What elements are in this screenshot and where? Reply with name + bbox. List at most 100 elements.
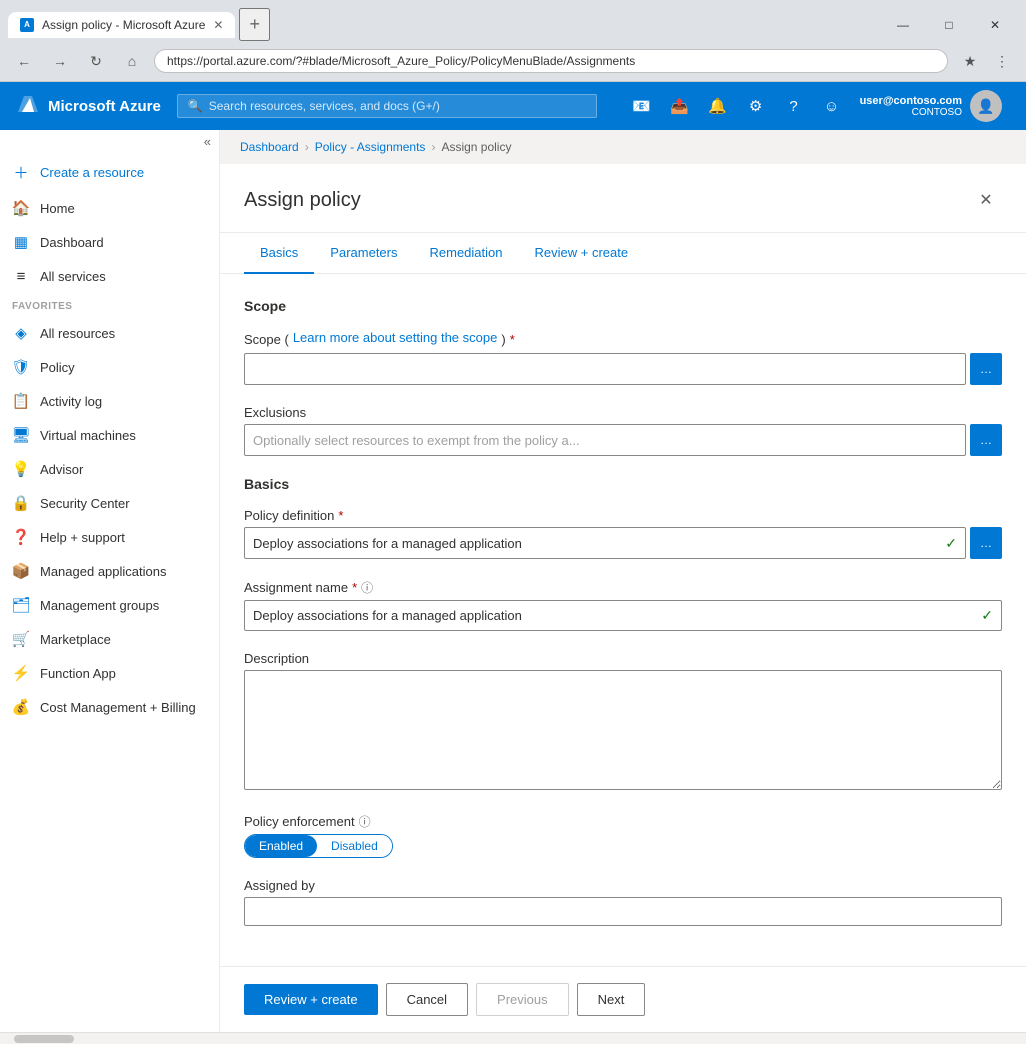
- tab-remediation[interactable]: Remediation: [414, 233, 519, 274]
- policy-definition-value: Deploy associations for a managed applic…: [253, 536, 522, 551]
- assigned-by-input[interactable]: [244, 897, 1002, 926]
- settings-icon[interactable]: ⚙: [738, 88, 774, 124]
- enforcement-info-icon[interactable]: ⓘ: [359, 813, 371, 830]
- description-label-text: Description: [244, 651, 309, 666]
- sidebar-item-all-services[interactable]: ≡ All services: [0, 259, 219, 293]
- alerts-icon[interactable]: 🔔: [700, 88, 736, 124]
- back-button[interactable]: ←: [10, 47, 38, 75]
- forward-button[interactable]: →: [46, 47, 74, 75]
- scope-label-text: Scope (: [244, 332, 289, 347]
- breadcrumb-current: Assign policy: [441, 140, 511, 154]
- browser-tab[interactable]: A Assign policy - Microsoft Azure ✕: [8, 12, 235, 38]
- scrollbar-thumb[interactable]: [14, 1035, 74, 1043]
- tab-basics[interactable]: Basics: [244, 233, 314, 274]
- sidebar-virtual-machines-label: Virtual machines: [40, 428, 136, 443]
- sidebar-management-groups-label: Management groups: [40, 598, 159, 613]
- feedback-icon[interactable]: 📤: [662, 88, 698, 124]
- enforcement-enabled-button[interactable]: Enabled: [245, 835, 317, 857]
- exclusions-input[interactable]: [244, 424, 966, 456]
- sidebar-item-virtual-machines[interactable]: 🖥 Virtual machines: [0, 418, 219, 452]
- azure-logo-icon: [16, 94, 40, 118]
- scope-learn-more-link[interactable]: Learn more about setting the scope: [293, 330, 498, 345]
- create-resource-label: Create a resource: [40, 165, 144, 180]
- azure-logo: Microsoft Azure: [16, 94, 161, 118]
- sidebar-item-create-resource[interactable]: ＋ Create a resource: [0, 153, 219, 191]
- assignment-name-info-icon[interactable]: ⓘ: [361, 579, 373, 596]
- description-textarea[interactable]: [244, 670, 1002, 790]
- exclusions-label-text: Exclusions: [244, 405, 306, 420]
- policy-icon: 🛡: [12, 358, 30, 376]
- emoji-icon[interactable]: ☺: [814, 88, 850, 124]
- sidebar-item-cost-management[interactable]: 💰 Cost Management + Billing: [0, 690, 219, 724]
- cancel-button[interactable]: Cancel: [386, 983, 468, 1016]
- sidebar-item-home[interactable]: 🏠 Home: [0, 191, 219, 225]
- sidebar-item-all-resources[interactable]: ◈ All resources: [0, 316, 219, 350]
- search-input[interactable]: [209, 99, 586, 113]
- sidebar-item-security-center[interactable]: 🔒 Security Center: [0, 486, 219, 520]
- sidebar-dashboard-label: Dashboard: [40, 235, 104, 250]
- assignment-name-select[interactable]: Deploy associations for a managed applic…: [244, 600, 1002, 631]
- scope-input[interactable]: [244, 353, 966, 385]
- search-icon: 🔍: [188, 99, 203, 113]
- policy-definition-required: *: [338, 508, 343, 523]
- sidebar-item-policy[interactable]: 🛡 Policy: [0, 350, 219, 384]
- policy-definition-select[interactable]: Deploy associations for a managed applic…: [244, 527, 966, 559]
- sidebar-item-marketplace[interactable]: 🛒 Marketplace: [0, 622, 219, 656]
- sidebar-collapse-button[interactable]: «: [0, 130, 219, 153]
- policy-definition-ellipsis-button[interactable]: …: [970, 527, 1002, 559]
- tab-parameters[interactable]: Parameters: [314, 233, 413, 274]
- sidebar-all-services-label: All services: [40, 269, 106, 284]
- address-bar[interactable]: https://portal.azure.com/?#blade/Microso…: [154, 49, 948, 73]
- sidebar-item-dashboard[interactable]: ▦ Dashboard: [0, 225, 219, 259]
- home-button[interactable]: ⌂: [118, 47, 146, 75]
- exclusions-ellipsis-button[interactable]: …: [970, 424, 1002, 456]
- policy-definition-check-icon: ✓: [945, 535, 957, 552]
- tab-review-create[interactable]: Review + create: [519, 233, 645, 274]
- url-text: https://portal.azure.com/?#blade/Microso…: [167, 54, 935, 68]
- function-app-icon: ⚡: [12, 664, 30, 682]
- sidebar-item-management-groups[interactable]: 🗂 Management groups: [0, 588, 219, 622]
- user-email: user@contoso.com: [860, 95, 962, 107]
- scope-section-title: Scope: [244, 298, 1002, 314]
- sidebar-item-managed-applications[interactable]: 📦 Managed applications: [0, 554, 219, 588]
- scope-ellipsis-button[interactable]: …: [970, 353, 1002, 385]
- sidebar-item-function-app[interactable]: ⚡ Function App: [0, 656, 219, 690]
- policy-definition-form-group: Policy definition * Deploy associations …: [244, 508, 1002, 559]
- minimize-button[interactable]: —: [880, 10, 926, 40]
- maximize-button[interactable]: □: [926, 10, 972, 40]
- help-support-icon: ❓: [12, 528, 30, 546]
- refresh-button[interactable]: ↻: [82, 47, 110, 75]
- assigned-by-label: Assigned by: [244, 878, 1002, 893]
- search-box[interactable]: 🔍: [177, 94, 597, 118]
- tab-close-icon[interactable]: ✕: [213, 18, 223, 32]
- dashboard-icon: ▦: [12, 233, 30, 251]
- scope-input-group: …: [244, 353, 1002, 385]
- panel-close-button[interactable]: ✕: [970, 184, 1002, 216]
- breadcrumb-dashboard[interactable]: Dashboard: [240, 140, 299, 154]
- new-tab-button[interactable]: +: [239, 8, 270, 41]
- help-icon[interactable]: ?: [776, 88, 812, 124]
- assigned-by-form-group: Assigned by: [244, 878, 1002, 926]
- sidebar-item-help-support[interactable]: ❓ Help + support: [0, 520, 219, 554]
- enforcement-disabled-button[interactable]: Disabled: [317, 835, 392, 857]
- breadcrumb-policy-assignments[interactable]: Policy - Assignments: [315, 140, 426, 154]
- next-button[interactable]: Next: [577, 983, 646, 1016]
- breadcrumb-sep-1: ›: [305, 140, 309, 154]
- exclusions-label: Exclusions: [244, 405, 1002, 420]
- close-button[interactable]: ✕: [972, 10, 1018, 40]
- managed-applications-icon: 📦: [12, 562, 30, 580]
- more-options-icon[interactable]: ⋮: [988, 47, 1016, 75]
- favorites-icon[interactable]: ★: [956, 47, 984, 75]
- sidebar: « ＋ Create a resource 🏠 Home ▦ Dashboard…: [0, 130, 220, 1032]
- user-info[interactable]: user@contoso.com CONTOSO 👤: [852, 86, 1010, 126]
- create-resource-icon: ＋: [12, 163, 30, 181]
- assignment-name-check-icon: ✓: [981, 607, 993, 624]
- advisor-icon: 💡: [12, 460, 30, 478]
- assignment-name-label: Assignment name * ⓘ: [244, 579, 1002, 596]
- review-create-button[interactable]: Review + create: [244, 984, 378, 1015]
- notifications-icon[interactable]: 📧: [624, 88, 660, 124]
- description-form-group: Description: [244, 651, 1002, 793]
- sidebar-item-activity-log[interactable]: 📋 Activity log: [0, 384, 219, 418]
- sidebar-item-advisor[interactable]: 💡 Advisor: [0, 452, 219, 486]
- sidebar-marketplace-label: Marketplace: [40, 632, 111, 647]
